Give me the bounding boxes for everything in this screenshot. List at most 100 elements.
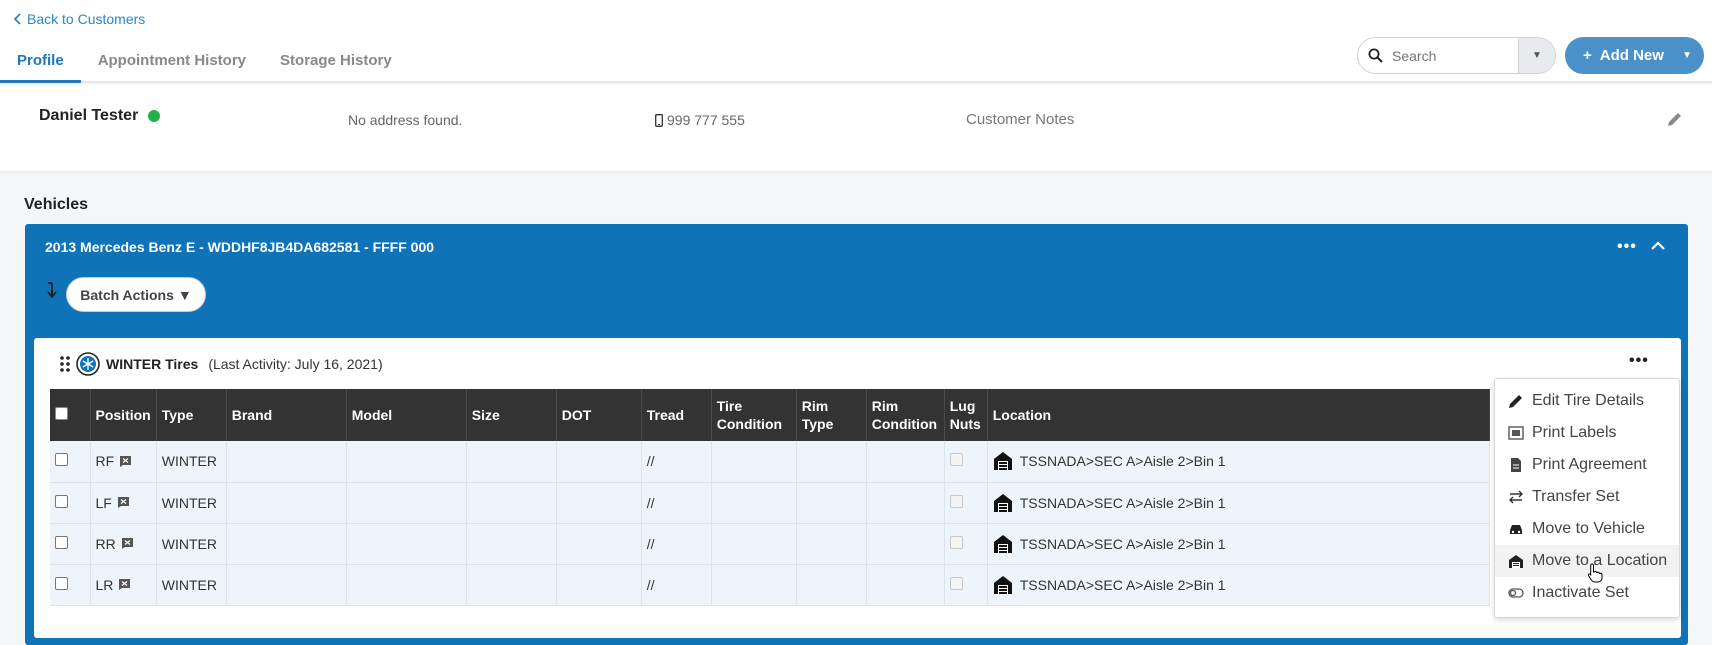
table-row[interactable]: LR WINTER // TSSNADA>SEC A>Aisle 2>Bin 1	[50, 564, 1491, 606]
customer-phone-block: 999 777 555	[655, 112, 745, 128]
back-to-customers-link[interactable]: Back to Customers	[14, 11, 145, 27]
column-type[interactable]: Type	[156, 389, 227, 441]
brand-cell	[226, 564, 347, 606]
drag-handle-icon[interactable]	[60, 356, 70, 372]
brand-cell	[226, 523, 347, 565]
customer-notes[interactable]: Customer Notes	[966, 111, 1074, 128]
column-brand[interactable]: Brand	[226, 389, 347, 441]
size-cell	[466, 523, 557, 565]
chevron-left-icon	[14, 13, 21, 25]
column-size[interactable]: Size	[466, 389, 557, 441]
column-rim-condition[interactable]: Rim Condition	[866, 389, 945, 441]
table-row[interactable]: RR WINTER // TSSNADA>SEC A>Aisle 2>Bin 1	[50, 523, 1491, 565]
menu-item-label: Print Labels	[1532, 424, 1617, 441]
vehicles-heading: Vehicles	[24, 196, 89, 213]
table-row[interactable]: LF WINTER // TSSNADA>SEC A>Aisle 2>Bin 1	[50, 482, 1491, 524]
tab-profile[interactable]: Profile	[0, 48, 81, 83]
row-select-cell	[50, 441, 91, 483]
sort-button[interactable]	[47, 282, 57, 301]
row-checkbox[interactable]	[55, 453, 68, 467]
table-row[interactable]: RF WINTER // TSSNADA>SEC A>Aisle 2>Bin 1	[50, 441, 1491, 483]
tire-set-more-options-button[interactable]: •••	[1629, 352, 1649, 370]
tire-condition-cell	[711, 441, 797, 483]
position-cell: LR	[90, 564, 157, 606]
select-all-checkbox[interactable]	[55, 407, 68, 420]
column-model[interactable]: Model	[346, 389, 467, 441]
add-new-button[interactable]: + Add New ▼	[1565, 37, 1704, 74]
tires-table-header: Position Type Brand Model Size DOT Tread…	[50, 389, 1491, 441]
search-filter-dropdown[interactable]: ▼	[1518, 38, 1555, 73]
menu-item-label: Transfer Set	[1532, 488, 1620, 505]
edit-customer-button[interactable]	[1666, 111, 1683, 131]
tab-appointment-history[interactable]: Appointment History	[81, 48, 263, 83]
location-cell: TSSNADA>SEC A>Aisle 2>Bin 1	[987, 482, 1491, 524]
tire-condition-cell	[711, 482, 797, 524]
location-value: TSSNADA>SEC A>Aisle 2>Bin 1	[1019, 453, 1226, 470]
type-cell: WINTER	[156, 564, 227, 606]
menu-item-move-to-vehicle[interactable]: Move to Vehicle	[1495, 513, 1679, 545]
lug-nuts-checkbox[interactable]	[949, 453, 963, 467]
position-cell: RF	[90, 441, 157, 483]
menu-item-edit-tire-details[interactable]: Edit Tire Details	[1495, 385, 1679, 417]
size-cell	[466, 441, 557, 483]
dot-cell	[556, 441, 642, 483]
lug-nuts-cell	[944, 564, 988, 606]
comment-x-icon[interactable]	[121, 537, 134, 550]
caret-down-icon: ▼	[177, 286, 192, 303]
sort-arrow-icon	[47, 282, 57, 299]
customer-name-block: Daniel Tester	[39, 107, 161, 125]
mobile-phone-icon	[655, 113, 663, 127]
tread-cell: //	[641, 482, 712, 524]
location-value: TSSNADA>SEC A>Aisle 2>Bin 1	[1019, 535, 1226, 552]
row-checkbox[interactable]	[55, 494, 68, 508]
plus-icon: +	[1583, 47, 1592, 64]
customer-phone: 999 777 555	[667, 112, 745, 128]
dot-cell	[556, 564, 642, 606]
profile-tabs: Profile Appointment History Storage Hist…	[0, 48, 409, 83]
comment-x-icon[interactable]	[118, 578, 131, 591]
top-bar: Back to Customers Profile Appointment Hi…	[0, 0, 1712, 83]
tire-set-card: WINTER Tires (Last Activity: July 16, 20…	[34, 338, 1681, 638]
tread-cell: //	[641, 523, 712, 565]
row-checkbox[interactable]	[55, 576, 68, 590]
column-tire-condition[interactable]: Tire Condition	[711, 389, 797, 441]
search-box: ▼	[1357, 37, 1556, 74]
customer-summary: Daniel Tester No address found. 999 777 …	[0, 85, 1712, 171]
warehouse-icon	[993, 452, 1012, 471]
menu-item-print-agreement[interactable]: Print Agreement	[1495, 449, 1679, 481]
model-cell	[346, 482, 467, 524]
add-new-label: Add New	[1599, 47, 1664, 64]
vehicle-collapse-button[interactable]	[1651, 238, 1665, 254]
column-rim-type[interactable]: Rim Type	[796, 389, 867, 441]
position-value: LF	[95, 494, 112, 511]
select-all-cell	[50, 389, 91, 441]
search-input[interactable]	[1392, 47, 1512, 64]
pencil-icon	[1509, 395, 1522, 408]
comment-x-icon[interactable]	[119, 455, 132, 468]
menu-item-transfer-set[interactable]: Transfer Set	[1495, 481, 1679, 513]
column-position[interactable]: Position	[90, 389, 157, 441]
position-value: RR	[95, 535, 116, 552]
column-tread[interactable]: Tread	[641, 389, 712, 441]
lug-nuts-checkbox[interactable]	[949, 576, 963, 590]
location-value: TSSNADA>SEC A>Aisle 2>Bin 1	[1019, 576, 1226, 593]
model-cell	[346, 523, 467, 565]
tab-storage-history[interactable]: Storage History	[263, 48, 409, 83]
type-cell: WINTER	[156, 441, 227, 483]
lug-nuts-checkbox[interactable]	[949, 535, 963, 549]
batch-actions-button[interactable]: Batch Actions ▼	[66, 277, 206, 312]
menu-item-print-labels[interactable]: Print Labels	[1495, 417, 1679, 449]
vehicle-more-options-button[interactable]: •••	[1617, 238, 1637, 256]
column-dot[interactable]: DOT	[556, 389, 642, 441]
warehouse-icon	[993, 534, 1012, 553]
comment-x-icon[interactable]	[117, 496, 130, 509]
brand-cell	[226, 482, 347, 524]
location-cell: TSSNADA>SEC A>Aisle 2>Bin 1	[987, 523, 1491, 565]
car-icon	[1510, 525, 1522, 534]
row-checkbox[interactable]	[55, 535, 68, 549]
column-lug-nuts[interactable]: Lug Nuts	[944, 389, 988, 441]
column-location[interactable]: Location	[987, 389, 1491, 441]
tire-condition-cell	[711, 523, 797, 565]
warehouse-icon	[1509, 555, 1523, 568]
lug-nuts-checkbox[interactable]	[949, 494, 963, 508]
